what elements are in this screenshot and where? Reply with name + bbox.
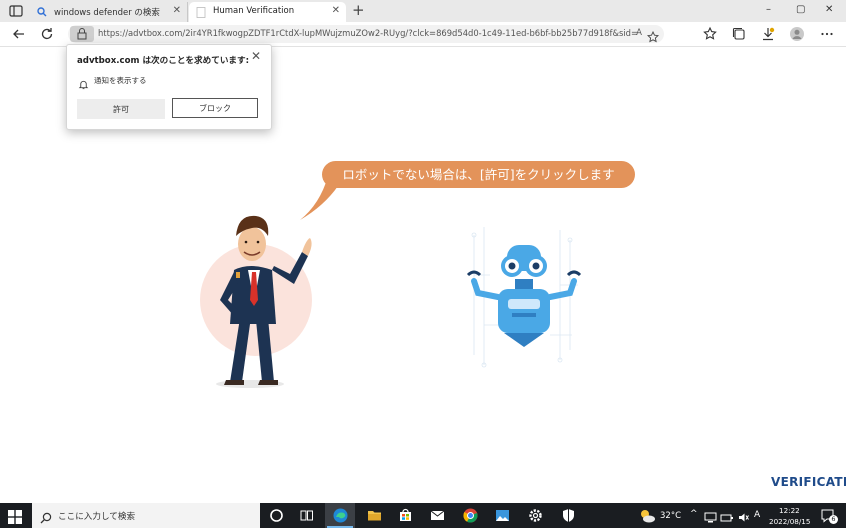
search-placeholder: ここに入力して検索 (58, 512, 136, 522)
page-icon (196, 7, 206, 21)
taskbar: ここに入力して検索 32°C ^ A 12:22 2022/08/15 6 (0, 503, 846, 528)
clock-date[interactable]: 2022/08/15 (769, 517, 810, 526)
profile-avatar-icon[interactable] (789, 26, 805, 42)
refresh-icon[interactable] (39, 26, 55, 42)
cortana-icon[interactable] (268, 507, 285, 524)
weather-icon[interactable] (638, 508, 655, 525)
downloads-icon[interactable] (760, 26, 776, 42)
read-aloud-icon[interactable]: A (636, 28, 642, 38)
task-view-icon[interactable] (298, 507, 315, 524)
notification-count-badge: 6 (829, 515, 838, 524)
windows-start-icon[interactable] (8, 509, 22, 528)
address-bar[interactable]: https://advtbox.com/2ir4YR1fkwogpZDTF1rC… (68, 25, 664, 43)
close-window-button[interactable]: ✕ (825, 4, 833, 15)
add-favorite-icon[interactable] (646, 28, 660, 47)
bell-icon (78, 75, 89, 94)
brand-logo: VERIFICATION (771, 475, 846, 489)
notification-permission-dialog: advtbox.com は次のことを求めています: ✕ 通知を表示する 許可 ブ… (66, 44, 272, 130)
close-tab-icon[interactable]: ✕ (173, 5, 181, 16)
file-explorer-icon[interactable] (366, 507, 383, 524)
tab-label: windows defender の検索 (54, 8, 160, 18)
search-icon (37, 7, 47, 20)
clock-time[interactable]: 12:22 (779, 506, 800, 515)
minimize-button[interactable]: – (766, 4, 771, 15)
tab-search[interactable]: windows defender の検索 ✕ (30, 2, 188, 22)
chrome-icon[interactable] (462, 507, 479, 524)
speech-bubble: ロボットでない場合は、[許可]をクリックします (322, 161, 635, 188)
collections-icon[interactable] (731, 26, 747, 42)
tab-human-verification[interactable]: Human Verification ✕ (189, 2, 346, 22)
close-icon[interactable]: ✕ (251, 49, 261, 63)
volume-icon[interactable] (737, 509, 750, 528)
photos-icon[interactable] (494, 507, 511, 524)
back-icon[interactable] (11, 26, 27, 42)
security-icon[interactable] (560, 507, 577, 524)
tab-label: Human Verification (213, 6, 295, 16)
maximize-button[interactable]: ▢ (796, 4, 805, 15)
ime-indicator[interactable]: A (754, 510, 760, 520)
block-button[interactable]: ブロック (172, 98, 258, 118)
close-tab-icon[interactable]: ✕ (332, 5, 340, 16)
temperature-text[interactable]: 32°C (660, 511, 681, 521)
url-text[interactable]: https://advtbox.com/2ir4YR1fkwogpZDTF1rC… (98, 28, 638, 38)
search-icon (40, 509, 52, 528)
robot-illustration (466, 227, 582, 368)
network-icon[interactable] (704, 509, 717, 528)
lock-icon[interactable] (70, 26, 94, 42)
mail-icon[interactable] (429, 507, 446, 524)
settings-icon[interactable] (527, 507, 544, 524)
speech-bubble-text: ロボットでない場合は、[許可]をクリックします (342, 167, 615, 182)
chevron-up-icon[interactable]: ^ (690, 509, 698, 519)
store-icon[interactable] (397, 507, 414, 524)
businessman-illustration (200, 215, 312, 388)
tab-actions-icon[interactable] (8, 3, 24, 19)
new-tab-button[interactable]: + (352, 1, 365, 19)
allow-button[interactable]: 許可 (77, 99, 165, 119)
tab-bar: windows defender の検索 ✕ Human Verificatio… (0, 0, 846, 22)
favorites-icon[interactable] (702, 26, 718, 42)
taskbar-search-box[interactable]: ここに入力して検索 (32, 503, 260, 528)
permission-text: 通知を表示する (94, 76, 147, 85)
dialog-title: advtbox.com は次のことを求めています: (77, 56, 250, 66)
edge-icon[interactable] (332, 507, 349, 524)
battery-icon[interactable] (720, 509, 734, 528)
more-options-icon[interactable] (819, 26, 835, 42)
